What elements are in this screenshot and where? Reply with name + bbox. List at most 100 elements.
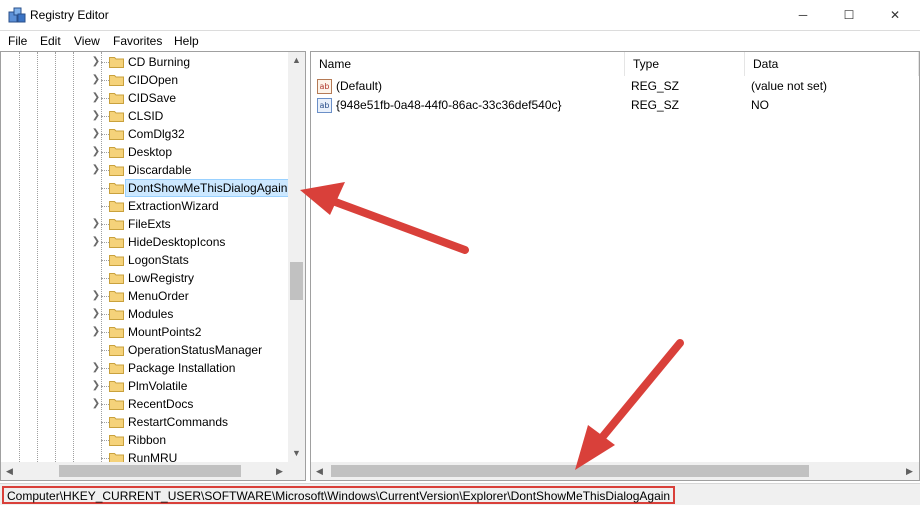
value-row[interactable]: ab {948e51fb-0a48-44f0-86ac-33c36def540c… <box>311 96 919 115</box>
folder-icon <box>109 291 124 302</box>
maximize-button[interactable]: ☐ <box>826 0 872 30</box>
menu-favorites[interactable]: Favorites <box>113 34 162 48</box>
tree-item[interactable]: ❯ RecentDocs <box>1 395 289 413</box>
folder-icon <box>109 75 124 86</box>
tree-item-label: CLSID <box>128 109 164 123</box>
tree-item[interactable]: ❯ CIDSave <box>1 89 289 107</box>
tree-item[interactable]: ❯ Desktop <box>1 143 289 161</box>
chevron-right-icon[interactable]: ❯ <box>91 162 101 178</box>
tree-vertical-scrollbar[interactable]: ▲ ▼ <box>288 52 305 462</box>
menu-help[interactable]: Help <box>174 34 199 48</box>
tree-connector <box>101 98 109 99</box>
folder-icon <box>109 93 124 104</box>
tree-item-label: CD Burning <box>128 55 191 69</box>
tree-item-label: ComDlg32 <box>128 127 185 141</box>
chevron-right-icon[interactable]: ❯ <box>91 360 101 376</box>
tree-connector <box>101 206 109 207</box>
tree-item[interactable]: ❯ CD Burning <box>1 53 289 71</box>
values-list[interactable]: Name Type Data ab (Default) REG_SZ (valu… <box>310 51 920 481</box>
tree-connector <box>101 152 109 153</box>
tree-item-label: CIDOpen <box>128 73 179 87</box>
tree-connector <box>101 116 109 117</box>
tree-item-label: Ribbon <box>128 433 167 447</box>
tree-item-label: Discardable <box>128 163 192 177</box>
menu-view[interactable]: View <box>74 34 100 48</box>
tree-item[interactable]: ❯ Package Installation <box>1 359 289 377</box>
tree-item[interactable]: ❯ MenuOrder <box>1 287 289 305</box>
close-button[interactable]: ✕ <box>872 0 918 30</box>
folder-icon <box>109 417 124 428</box>
tree-item[interactable]: ❯ MountPoints2 <box>1 323 289 341</box>
tree-item-label: FileExts <box>128 217 171 231</box>
chevron-right-icon[interactable]: ❯ <box>91 288 101 304</box>
chevron-right-icon[interactable]: ❯ <box>91 72 101 88</box>
scroll-left-icon[interactable]: ◀ <box>1 463 18 480</box>
folder-icon <box>109 399 124 410</box>
tree-item[interactable]: ❯ HideDesktopIcons <box>1 233 289 251</box>
list-horizontal-scroll-thumb[interactable] <box>331 465 809 477</box>
tree-item[interactable]: OperationStatusManager <box>1 341 289 359</box>
scroll-right-icon[interactable]: ▶ <box>901 463 918 480</box>
tree-item[interactable]: ❯ PlmVolatile <box>1 377 289 395</box>
list-horizontal-scrollbar[interactable]: ◀ ▶ <box>311 462 919 480</box>
tree-item[interactable]: RestartCommands <box>1 413 289 431</box>
chevron-right-icon[interactable]: ❯ <box>91 306 101 322</box>
chevron-right-icon[interactable]: ❯ <box>91 144 101 160</box>
chevron-right-icon[interactable]: ❯ <box>91 90 101 106</box>
tree-item[interactable]: LowRegistry <box>1 269 289 287</box>
tree-item[interactable]: ❯ FileExts <box>1 215 289 233</box>
tree-connector <box>101 278 109 279</box>
tree-vertical-scroll-thumb[interactable] <box>290 262 303 300</box>
tree-item[interactable]: ❯ CIDOpen <box>1 71 289 89</box>
tree-item[interactable]: DontShowMeThisDialogAgain <box>1 179 289 197</box>
chevron-right-icon[interactable]: ❯ <box>91 234 101 250</box>
title-bar: Registry Editor ─ ☐ ✕ <box>0 0 920 31</box>
scroll-down-icon[interactable]: ▼ <box>288 445 305 462</box>
folder-icon <box>109 363 124 374</box>
status-bar: Computer\HKEY_CURRENT_USER\SOFTWARE\Micr… <box>0 483 920 505</box>
tree-item-label: HideDesktopIcons <box>128 235 226 249</box>
folder-icon <box>109 237 124 248</box>
menu-edit[interactable]: Edit <box>40 34 61 48</box>
column-header-type[interactable]: Type <box>625 52 745 76</box>
tree-item[interactable]: LogonStats <box>1 251 289 269</box>
chevron-right-icon[interactable]: ❯ <box>91 126 101 142</box>
chevron-right-icon[interactable]: ❯ <box>91 324 101 340</box>
maximize-icon: ☐ <box>843 8 855 22</box>
tree-connector <box>101 62 109 63</box>
tree-horizontal-scrollbar[interactable]: ◀ ▶ <box>1 462 305 480</box>
value-row[interactable]: ab (Default) REG_SZ (value not set) <box>311 77 919 96</box>
folder-icon <box>109 129 124 140</box>
tree-item-label: Desktop <box>128 145 173 159</box>
tree-item[interactable]: Ribbon <box>1 431 289 449</box>
scroll-up-icon[interactable]: ▲ <box>288 52 305 69</box>
tree-item[interactable]: ExtractionWizard <box>1 197 289 215</box>
minimize-button[interactable]: ─ <box>780 0 826 30</box>
column-header-name[interactable]: Name <box>311 52 625 76</box>
menu-file[interactable]: File <box>8 34 27 48</box>
scroll-left-icon[interactable]: ◀ <box>311 463 328 480</box>
chevron-right-icon[interactable]: ❯ <box>91 378 101 394</box>
tree-item[interactable]: ❯ ComDlg32 <box>1 125 289 143</box>
folder-icon <box>109 255 124 266</box>
folder-icon <box>109 381 124 392</box>
scroll-right-icon[interactable]: ▶ <box>271 463 288 480</box>
column-header-data[interactable]: Data <box>745 52 919 76</box>
tree-item-label: Modules <box>128 307 174 321</box>
chevron-right-icon[interactable]: ❯ <box>91 216 101 232</box>
tree-item-label: RecentDocs <box>128 397 194 411</box>
registry-tree[interactable]: ❯ CD Burning ❯ CIDOpen ❯ CIDSave ❯ CLSID ❯ ComDlg… <box>0 51 306 481</box>
tree-item[interactable]: ❯ Discardable <box>1 161 289 179</box>
tree-item-label: ExtractionWizard <box>128 199 219 213</box>
folder-icon <box>109 111 124 122</box>
chevron-right-icon[interactable]: ❯ <box>91 108 101 124</box>
folder-icon <box>109 327 124 338</box>
tree-item[interactable]: ❯ CLSID <box>1 107 289 125</box>
chevron-right-icon[interactable]: ❯ <box>91 54 101 70</box>
tree-horizontal-scroll-thumb[interactable] <box>59 465 241 477</box>
window-title: Registry Editor <box>30 8 109 22</box>
tree-connector <box>101 332 109 333</box>
chevron-right-icon[interactable]: ❯ <box>91 396 101 412</box>
tree-connector <box>101 188 109 189</box>
tree-item[interactable]: ❯ Modules <box>1 305 289 323</box>
